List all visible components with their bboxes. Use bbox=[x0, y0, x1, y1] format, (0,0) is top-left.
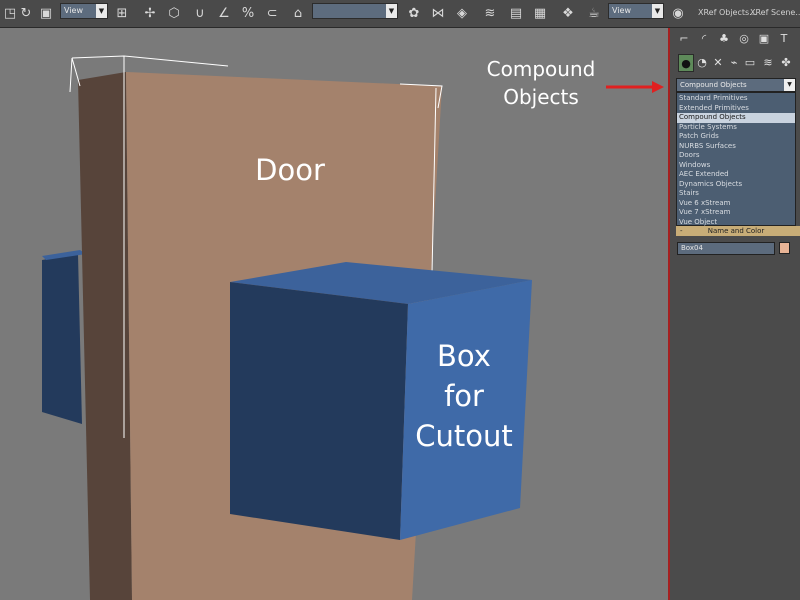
xref-objects-button[interactable]: XRef Objects... bbox=[698, 8, 757, 17]
chevron-down-icon: ▼ bbox=[784, 79, 795, 91]
door-label: Door bbox=[255, 153, 325, 187]
object-category-dropdown[interactable]: Compound Objects ▼ bbox=[676, 78, 796, 92]
category-option[interactable]: NURBS Surfaces bbox=[677, 142, 795, 152]
shapes-icon[interactable]: ◔ bbox=[694, 54, 710, 72]
select-region-icon[interactable]: ▣ bbox=[36, 3, 56, 25]
perspective-viewport[interactable]: Door Box for Cutout bbox=[0, 28, 668, 600]
main-toolbar: ◳ ↻ ▣ View ▼ ⊞ ✢ ⬡ ∪ ∠ % ⊂ ⌂ ▼ ✿ ⋈ ◈ ≋ ▤… bbox=[0, 0, 800, 28]
chevron-down-icon: ▼ bbox=[652, 4, 663, 18]
render-icon[interactable]: ☕ bbox=[584, 3, 604, 25]
chevron-down-icon: ▼ bbox=[96, 4, 107, 18]
back-box-side bbox=[42, 254, 82, 424]
category-option[interactable]: Patch Grids bbox=[677, 132, 795, 142]
category-option[interactable]: Dynamics Objects bbox=[677, 180, 795, 190]
percent-snap-icon[interactable]: % bbox=[238, 3, 258, 25]
undo-icon[interactable]: ↻ bbox=[16, 3, 36, 25]
compound-objects-callout: Compound Objects bbox=[478, 55, 604, 111]
selection-bracket-top bbox=[71, 55, 229, 67]
category-option[interactable]: Windows bbox=[677, 161, 795, 171]
box-label-line-1: Box bbox=[437, 339, 491, 373]
mirror-icon[interactable]: ✿ bbox=[404, 3, 424, 25]
space-warps-icon[interactable]: ≋ bbox=[760, 54, 776, 72]
utilities-icon[interactable]: T bbox=[776, 30, 792, 48]
curve-editor-icon[interactable]: ≋ bbox=[480, 3, 500, 25]
box-label-line-2: for bbox=[444, 379, 484, 413]
box-label-line-3: Cutout bbox=[415, 419, 513, 453]
hierarchy-icon[interactable]: ♣ bbox=[716, 30, 732, 48]
pivot-view-value: View bbox=[612, 6, 631, 15]
object-category-list: Standard Primitives Extended Primitives … bbox=[676, 92, 796, 226]
name-and-color-rollout[interactable]: - Name and Color bbox=[676, 226, 800, 236]
category-option[interactable]: Extended Primitives bbox=[677, 104, 795, 114]
reference-coord-value: View bbox=[64, 6, 83, 15]
rollout-title: Name and Color bbox=[707, 227, 765, 235]
eye-icon[interactable]: ◉ bbox=[668, 3, 688, 25]
pivot-icon[interactable]: ⊞ bbox=[112, 3, 132, 25]
motion-icon[interactable]: ◎ bbox=[736, 30, 752, 48]
material-editor-icon[interactable]: ▦ bbox=[530, 3, 550, 25]
spinner-snap-icon[interactable]: ⊂ bbox=[262, 3, 282, 25]
layer-manager-icon[interactable]: ◈ bbox=[452, 3, 472, 25]
xref-scene-button[interactable]: XRef Scene... bbox=[750, 8, 800, 17]
select-move-icon[interactable]: ✢ bbox=[140, 3, 160, 25]
lights-icon[interactable]: ✕ bbox=[710, 54, 726, 72]
category-option[interactable]: Standard Primitives bbox=[677, 94, 795, 104]
chevron-down-icon: ▼ bbox=[386, 4, 397, 18]
object-category-value: Compound Objects bbox=[680, 81, 747, 89]
display-icon[interactable]: ▣ bbox=[756, 30, 772, 48]
category-option[interactable]: AEC Extended bbox=[677, 170, 795, 180]
modify-icon[interactable]: ◜ bbox=[696, 30, 712, 48]
object-color-swatch[interactable] bbox=[779, 242, 790, 254]
helpers-icon[interactable]: ▭ bbox=[742, 54, 758, 72]
category-option[interactable]: Vue 7 xStream bbox=[677, 208, 795, 218]
callout-line-1: Compound bbox=[486, 57, 596, 81]
render-setup-icon[interactable]: ❖ bbox=[558, 3, 578, 25]
object-name-input[interactable]: Box04 bbox=[677, 242, 775, 255]
callout-line-2: Objects bbox=[503, 85, 579, 109]
category-option[interactable]: Vue 6 xStream bbox=[677, 199, 795, 209]
schematic-icon[interactable]: ▤ bbox=[506, 3, 526, 25]
named-sets-icon[interactable]: ⌂ bbox=[288, 3, 308, 25]
select-rotate-icon[interactable]: ⬡ bbox=[164, 3, 184, 25]
snap-3d-icon[interactable]: ∪ bbox=[190, 3, 210, 25]
pivot-view-dropdown[interactable]: View ▼ bbox=[608, 3, 664, 19]
scene-render bbox=[42, 55, 532, 600]
named-selection-dropdown[interactable]: ▼ bbox=[312, 3, 398, 19]
category-option-selected[interactable]: Compound Objects bbox=[677, 113, 795, 123]
geometry-icon[interactable]: ● bbox=[678, 54, 694, 72]
red-arrow-icon bbox=[606, 81, 664, 93]
systems-icon[interactable]: ✤ bbox=[778, 54, 794, 72]
cameras-icon[interactable]: ⌁ bbox=[726, 54, 742, 72]
angle-snap-icon[interactable]: ∠ bbox=[214, 3, 234, 25]
category-option[interactable]: Doors bbox=[677, 151, 795, 161]
category-option[interactable]: Particle Systems bbox=[677, 123, 795, 133]
align-icon[interactable]: ⋈ bbox=[428, 3, 448, 25]
category-option[interactable]: Stairs bbox=[677, 189, 795, 199]
cutout-box-front bbox=[230, 282, 408, 540]
create-icon[interactable]: ⌐ bbox=[676, 30, 692, 48]
reference-coord-dropdown[interactable]: View ▼ bbox=[60, 3, 108, 19]
